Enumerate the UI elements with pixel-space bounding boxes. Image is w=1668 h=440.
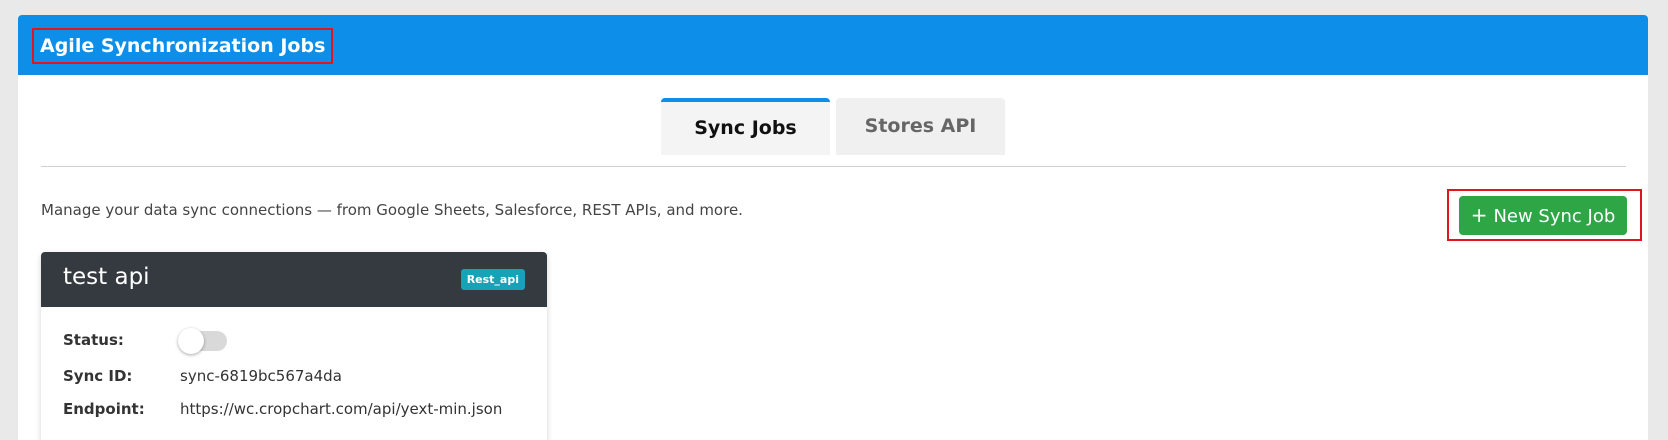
sync-id-row: Sync ID: sync-6819bc567a4da [63,367,342,385]
endpoint-row: Endpoint: https://wc.cropchart.com/api/ye… [63,400,502,418]
tabs-divider [41,166,1626,167]
type-badge: Rest_api [460,269,525,290]
endpoint-value: https://wc.cropchart.com/api/yext-min.js… [180,400,503,418]
tab-stores-api[interactable]: Stores API [836,98,1005,155]
panel-header: Agile Synchronization Jobs [18,15,1648,75]
tab-bar: Sync Jobs Stores API [18,98,1648,155]
page-title: Agile Synchronization Jobs [32,28,334,64]
status-label: Status: [63,331,124,349]
card-title: test api [63,264,150,290]
new-sync-job-label: New Sync Job [1493,206,1616,227]
plus-icon: + [1470,203,1488,227]
sync-id-label: Sync ID: [63,367,133,385]
card-header: test api Rest_api [41,252,547,307]
sync-job-card: test api Rest_api Status: Sync ID: sync-6… [41,252,547,440]
sync-id-value: sync-6819bc567a4da [180,367,342,385]
new-sync-job-button[interactable]: + New Sync Job [1459,196,1627,235]
new-sync-job-highlight: + New Sync Job [1447,189,1642,241]
toggle-knob [178,328,204,354]
endpoint-label: Endpoint: [63,400,145,418]
status-row: Status: [63,331,180,349]
status-toggle[interactable] [178,328,227,354]
page-description: Manage your data sync connections — from… [41,201,743,219]
tab-sync-jobs[interactable]: Sync Jobs [661,98,830,155]
sync-jobs-panel: Agile Synchronization Jobs Sync Jobs Sto… [18,15,1648,440]
